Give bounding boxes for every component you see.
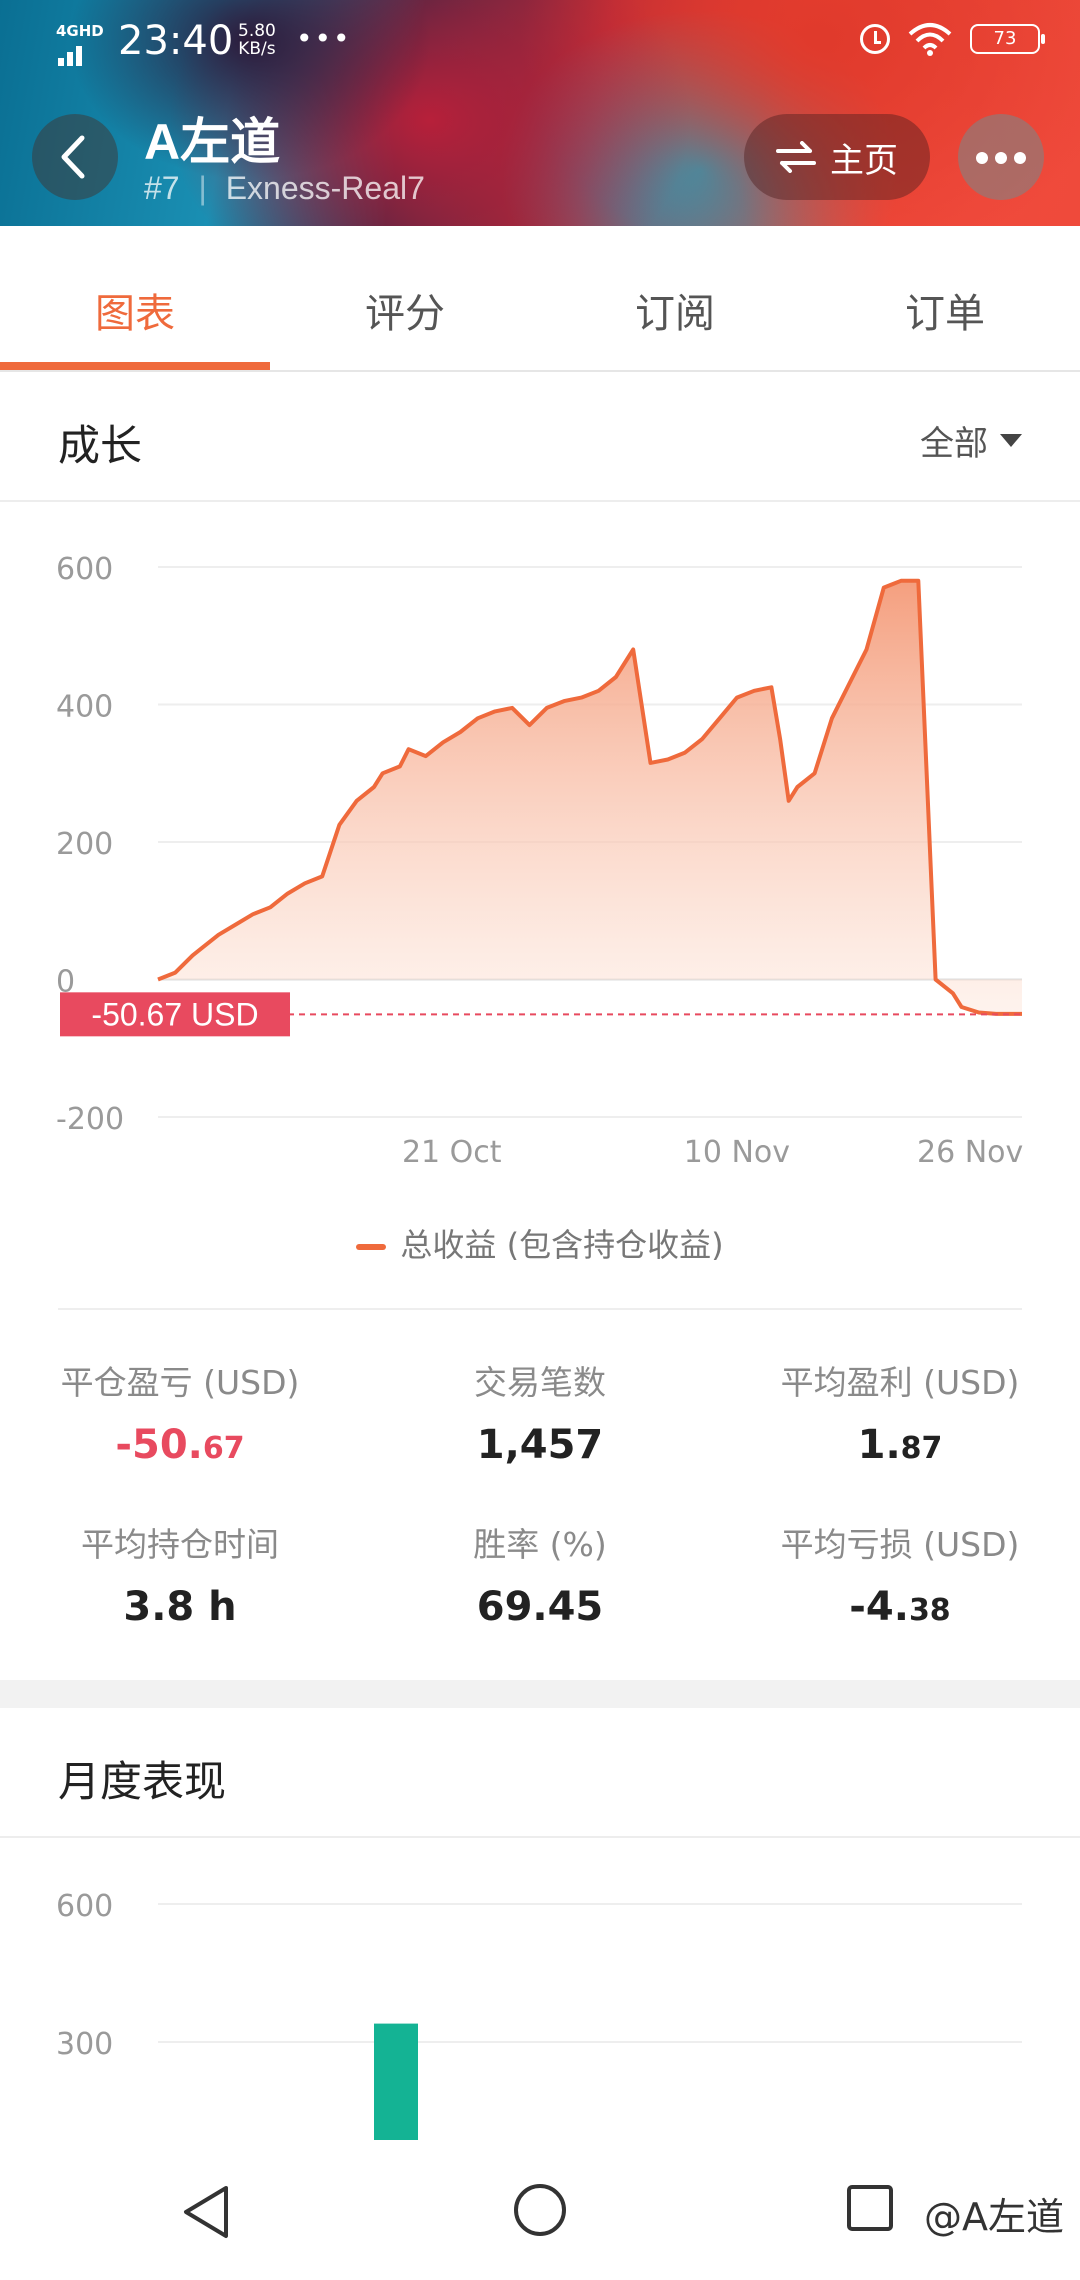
- speed-unit: KB/s: [238, 39, 276, 59]
- account-subtitle: #7 | Exness-Real7: [144, 170, 425, 206]
- y-tick-label: 600: [56, 1889, 113, 1924]
- y-tick-label: -200: [56, 1102, 124, 1137]
- stat-value: -50.67: [0, 1422, 360, 1468]
- caret-down-icon: [1000, 434, 1022, 447]
- legend-swatch: [356, 1244, 387, 1250]
- stat-value: 1.87: [720, 1422, 1080, 1468]
- tab-rating[interactable]: 评分: [270, 226, 540, 370]
- battery-icon: 73: [970, 24, 1045, 54]
- active-tab-indicator: [0, 362, 270, 370]
- stat-label: 胜率 (%): [473, 1525, 607, 1564]
- more-options-button[interactable]: [958, 114, 1044, 200]
- monthly-bar: [374, 2023, 418, 2158]
- tab-orders[interactable]: 订单: [810, 226, 1080, 370]
- stat-avg-loss: 平均亏损 (USD) -4.38: [720, 1518, 1080, 1630]
- system-nav-bar: [0, 2140, 1080, 2280]
- stat-value-main: 1.: [857, 1422, 901, 1468]
- watermark-text: @A左道: [924, 2195, 1064, 2239]
- speed-value: 5.80: [238, 21, 276, 41]
- tab-bar: 图表 评分 订阅 订单: [0, 226, 1080, 372]
- y-tick-label: 600: [56, 552, 113, 587]
- stat-value-main: 69.45: [476, 1584, 604, 1630]
- monthly-chart: 600 300: [56, 1889, 1022, 2158]
- range-label: 全部: [920, 424, 988, 464]
- account-server: Exness-Real7: [225, 170, 425, 206]
- stats-divider: [58, 1308, 1022, 1310]
- tab-subscribe[interactable]: 订阅: [540, 226, 810, 370]
- chevron-left-icon: [61, 135, 85, 179]
- account-rank: #7: [144, 170, 180, 206]
- stat-value-decimal: 87: [900, 1431, 943, 1466]
- stat-label: 平仓盈亏 (USD): [60, 1363, 300, 1402]
- nav-home-button[interactable]: [512, 2182, 568, 2238]
- status-more-icon: •••: [296, 22, 352, 55]
- growth-area-fill: [158, 580, 1022, 1014]
- signal-indicator: 4GHD: [56, 22, 104, 66]
- x-tick-label: 10 Nov: [684, 1135, 790, 1170]
- stat-value-decimal: 38: [908, 1593, 951, 1628]
- network-type: 4GHD: [56, 22, 104, 40]
- stat-value-main: 1,457: [476, 1422, 604, 1468]
- nav-back-button[interactable]: [180, 2182, 232, 2242]
- x-tick-label: 26 Nov: [917, 1135, 1023, 1170]
- nav-recents-button[interactable]: [846, 2184, 894, 2232]
- account-name: A左道: [144, 114, 281, 170]
- wifi-icon: [908, 23, 952, 56]
- stat-win-rate: 胜率 (%) 69.45: [360, 1518, 720, 1630]
- home-button[interactable]: 主页: [744, 114, 930, 200]
- stat-label: 平均持仓时间: [81, 1525, 279, 1564]
- x-tick-label: 21 Oct: [402, 1135, 502, 1170]
- stats-grid: 平仓盈亏 (USD) -50.67 交易笔数 1,457 平均盈利 (USD) …: [0, 1340, 1080, 1660]
- stat-avg-profit: 平均盈利 (USD) 1.87: [720, 1356, 1080, 1468]
- home-button-label: 主页: [830, 140, 898, 181]
- stat-closed-pnl: 平仓盈亏 (USD) -50.67: [0, 1356, 360, 1468]
- stat-label: 平均盈利 (USD): [780, 1363, 1020, 1402]
- legend-label: 总收益 (包含持仓收益): [400, 1226, 724, 1264]
- tab-chart[interactable]: 图表: [0, 226, 270, 370]
- growth-title: 成长: [58, 421, 143, 470]
- stat-trade-count: 交易笔数 1,457: [360, 1356, 720, 1468]
- y-tick-label: 400: [56, 690, 113, 725]
- y-tick-label: 300: [56, 2027, 113, 2062]
- stat-value-decimal: 67: [202, 1431, 245, 1466]
- stat-value: -4.38: [720, 1584, 1080, 1630]
- signal-bars-icon: [58, 44, 92, 66]
- y-tick-label: 200: [56, 827, 113, 862]
- growth-header: 成长 全部: [0, 372, 1080, 502]
- alarm-icon: [860, 24, 890, 54]
- stat-value: 3.8 h: [0, 1584, 360, 1630]
- stat-label: 交易笔数: [474, 1363, 606, 1402]
- swap-icon: [776, 141, 816, 173]
- status-time: 23:40: [118, 18, 234, 64]
- account-header: 4GHD 23:40 5.80 KB/s ••• 73 A左道 #7 | Exn…: [0, 0, 1080, 226]
- growth-chart: 6004002000-200 21 Oct 10 Nov 26 Nov -50.67…: [56, 552, 1023, 1170]
- status-bar: 4GHD 23:40 5.80 KB/s ••• 73: [0, 14, 1080, 74]
- stat-avg-holding-time: 平均持仓时间 3.8 h: [0, 1518, 360, 1630]
- stat-value-main: 3.8 h: [123, 1584, 237, 1630]
- stat-value: 69.45: [360, 1584, 720, 1630]
- range-dropdown[interactable]: 全部: [920, 416, 1022, 465]
- section-separator: [0, 1680, 1080, 1708]
- stat-value-main: -4.: [849, 1584, 909, 1630]
- monthly-header: 月度表现: [0, 1708, 1080, 1838]
- stat-value-main: -50.: [115, 1422, 203, 1468]
- monthly-title: 月度表现: [58, 1757, 227, 1806]
- network-speed: 5.80 KB/s: [238, 22, 276, 58]
- growth-legend: 总收益 (包含持仓收益): [0, 1220, 1080, 1266]
- current-value-label: -50.67 USD: [91, 996, 258, 1032]
- stat-label: 平均亏损 (USD): [780, 1525, 1020, 1564]
- stat-value: 1,457: [360, 1422, 720, 1468]
- back-button[interactable]: [32, 114, 118, 200]
